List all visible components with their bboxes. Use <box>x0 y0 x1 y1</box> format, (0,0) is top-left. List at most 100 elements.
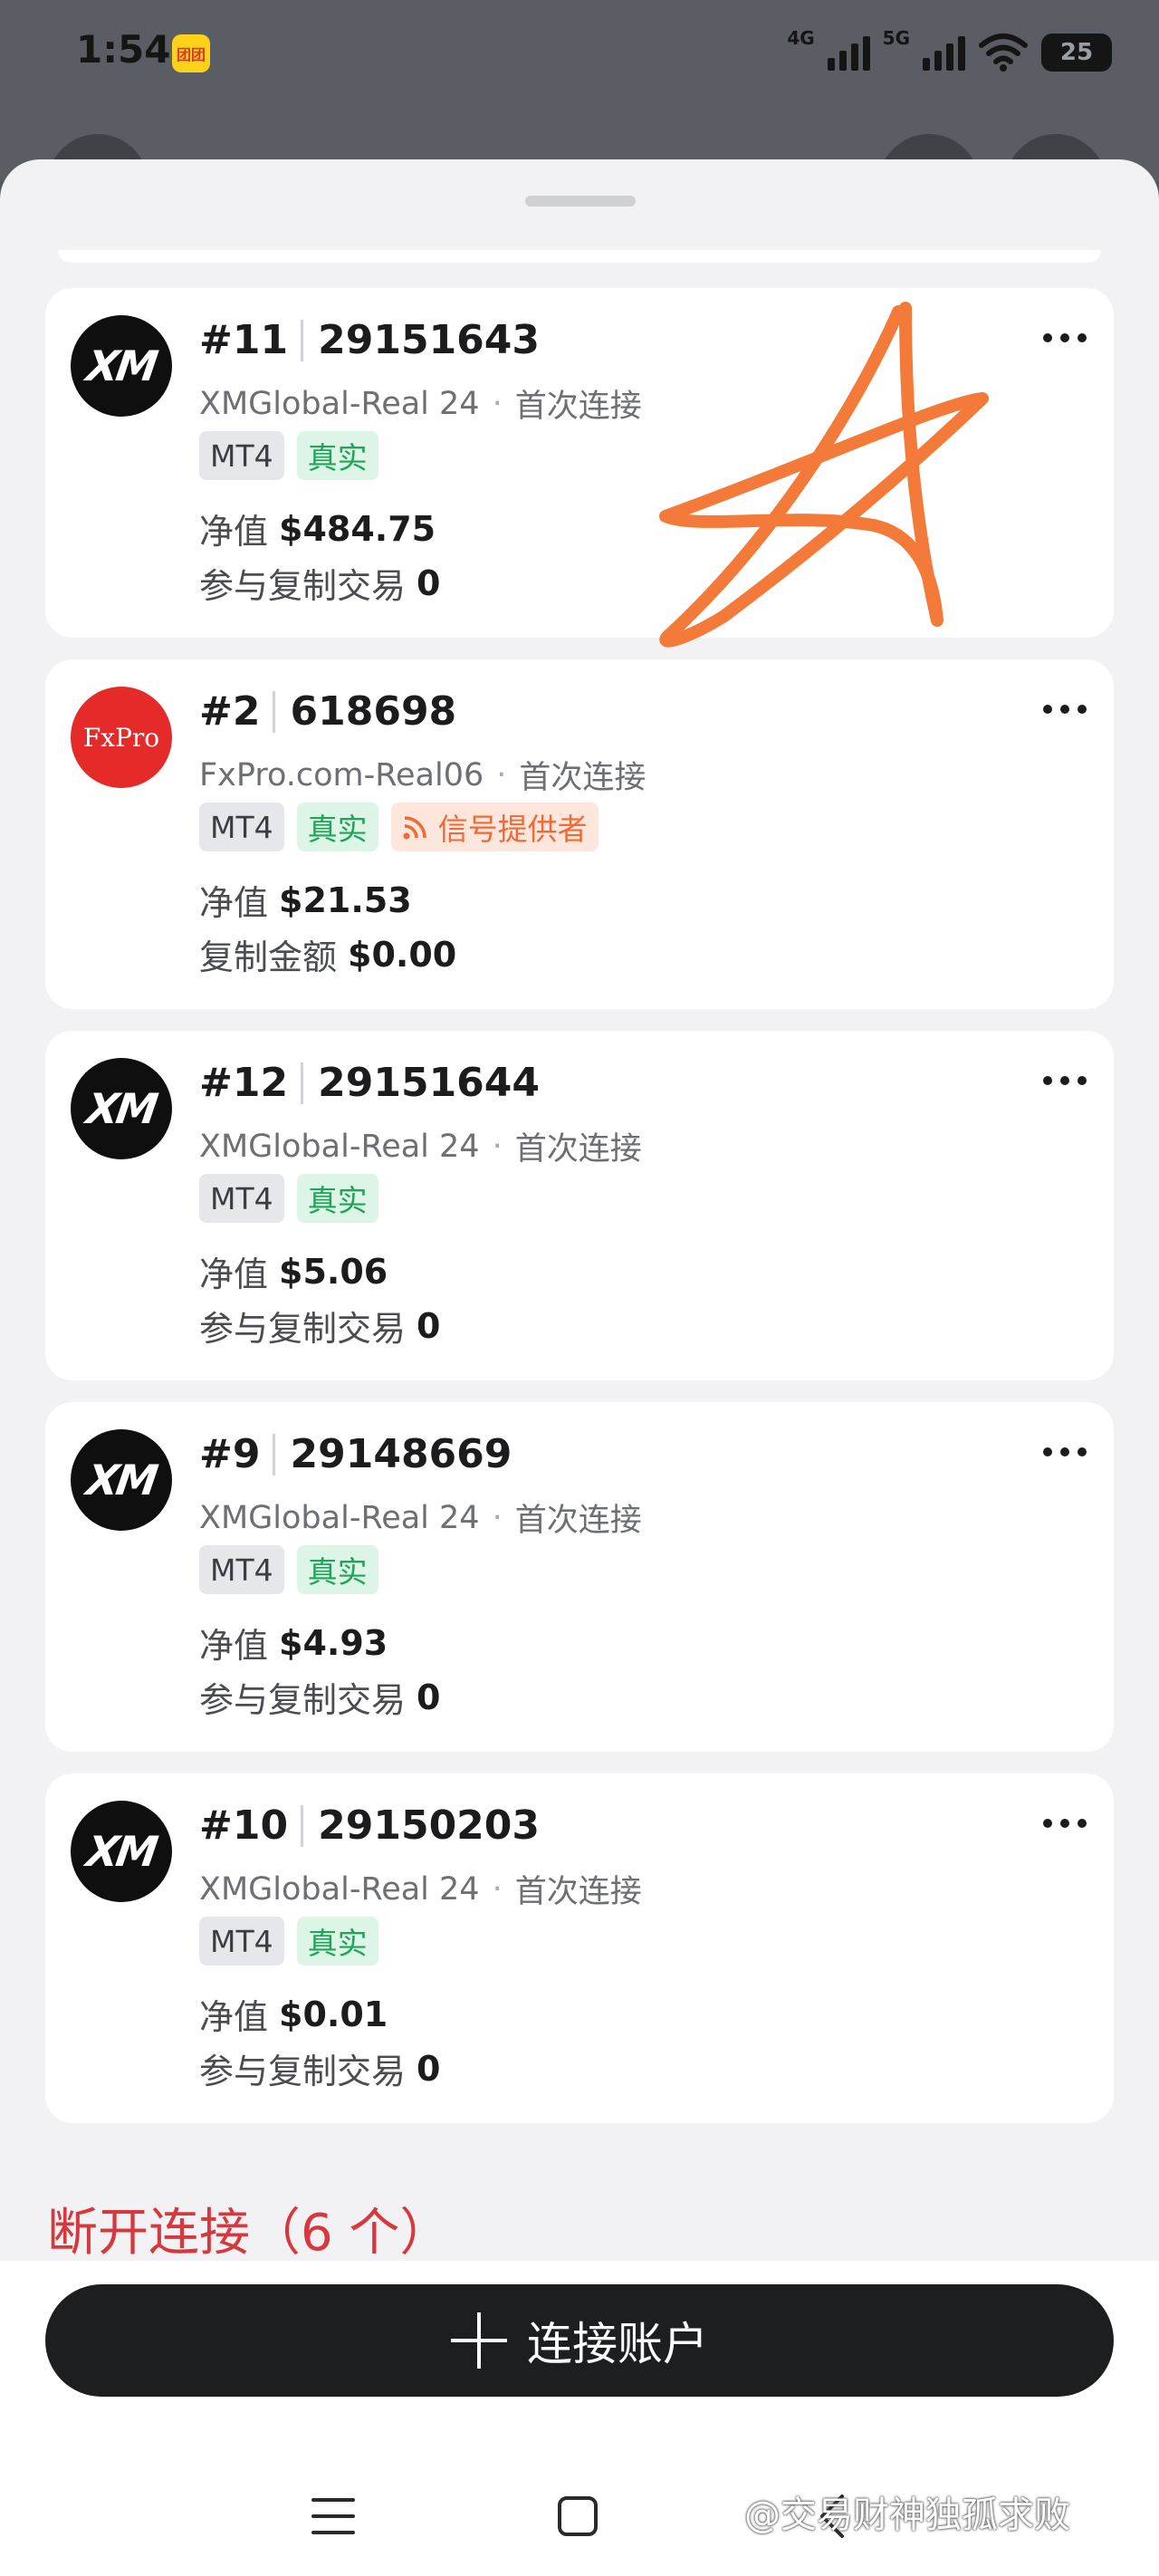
server-info: XMGlobal-Real 24 · 首次连接 <box>199 1495 642 1541</box>
account-number: #12 <box>199 1060 289 1106</box>
real-tag: 真实 <box>296 803 378 851</box>
screen: 1:54 团团 4G 5G 25 XM #11 29151643 XMGloba… <box>0 0 1159 2576</box>
signal-icon-2 <box>923 34 965 71</box>
equity-value: $21.53 <box>279 879 412 920</box>
copy-trading-row: 参与复制交易 0 <box>199 558 440 608</box>
copy-trading-row: 参与复制交易 0 <box>199 2043 440 2093</box>
equity-value: $484.75 <box>279 508 436 549</box>
server-name: XMGlobal-Real 24 <box>199 1870 480 1908</box>
sheet-drag-handle[interactable] <box>525 196 636 207</box>
xm-logo-icon: XM <box>71 315 172 417</box>
equity-value: $5.06 <box>279 1251 388 1292</box>
account-card[interactable]: XM #12 29151644 XMGlobal-Real 24 · 首次连接 … <box>45 1031 1114 1380</box>
account-card[interactable]: XM #11 29151643 XMGlobal-Real 24 · 首次连接 … <box>45 288 1114 638</box>
copy-amount-row: 复制金额 $0.00 <box>199 929 456 979</box>
watermark: @交易财神独孤求败 <box>744 2494 1070 2536</box>
account-login: 29151644 <box>318 1060 541 1106</box>
status-bar: 1:54 团团 4G 5G 25 <box>0 0 1159 109</box>
server-info: XMGlobal-Real 24 · 首次连接 <box>199 1866 642 1912</box>
account-title: #10 29150203 <box>199 1802 540 1849</box>
connect-account-button[interactable]: 连接账户 <box>45 2284 1114 2397</box>
account-login: 29151643 <box>318 317 541 363</box>
platform-tag: MT4 <box>199 1545 284 1594</box>
account-title: #2 618698 <box>199 688 456 735</box>
status-time: 1:54 <box>76 27 171 72</box>
system-nav-bar: @交易财神独孤求败 <box>0 2446 1159 2576</box>
equity-row: 净值 $0.01 <box>199 1989 388 2039</box>
account-login: 618698 <box>290 688 457 735</box>
separator-dot: · <box>496 756 507 793</box>
divider <box>273 690 276 733</box>
server-name: XMGlobal-Real 24 <box>199 1499 480 1536</box>
tags: MT4 真实 <box>199 1174 378 1223</box>
copy-trading-value: 0 <box>417 1305 441 1346</box>
connect-account-label: 连接账户 <box>527 2318 708 2370</box>
account-number: #2 <box>199 688 261 735</box>
account-login: 29150203 <box>318 1802 541 1849</box>
battery-icon: 25 <box>1041 34 1112 72</box>
separator-dot: · <box>492 385 503 422</box>
wifi-icon <box>979 34 1028 72</box>
previous-card-edge <box>58 250 1101 263</box>
real-tag: 真实 <box>296 1545 378 1594</box>
more-options-icon[interactable] <box>1039 326 1090 350</box>
account-title: #11 29151643 <box>199 317 540 363</box>
more-options-icon[interactable] <box>1039 1440 1090 1464</box>
copy-trading-row: 参与复制交易 0 <box>199 1301 440 1350</box>
connection-status: 首次连接 <box>519 760 647 796</box>
tags: MT4 真实 信号提供者 <box>199 803 599 851</box>
home-icon[interactable] <box>558 2496 598 2536</box>
real-tag: 真实 <box>296 1917 378 1966</box>
equity-row: 净值 $21.53 <box>199 875 412 925</box>
account-card[interactable]: FxPro #2 618698 FxPro.com-Real06 · 首次连接 … <box>45 659 1114 1009</box>
status-indicators: 4G 5G 25 <box>787 27 1112 78</box>
real-tag: 真实 <box>296 1174 378 1223</box>
divider <box>301 1062 304 1104</box>
connection-status: 首次连接 <box>514 1131 642 1168</box>
divider <box>273 1433 276 1475</box>
network-type-1: 4G <box>787 27 815 49</box>
fxpro-logo-icon: FxPro <box>71 687 172 788</box>
server-name: XMGlobal-Real 24 <box>199 1128 480 1165</box>
xm-logo-icon: XM <box>71 1429 172 1531</box>
platform-tag: MT4 <box>199 803 284 851</box>
server-info: FxPro.com-Real06 · 首次连接 <box>199 752 646 798</box>
real-tag: 真实 <box>296 431 378 480</box>
account-number: #10 <box>199 1802 289 1849</box>
xm-logo-icon: XM <box>71 1058 172 1159</box>
divider <box>301 319 304 361</box>
account-title: #9 29148669 <box>199 1431 512 1477</box>
more-options-icon[interactable] <box>1039 697 1090 721</box>
divider <box>301 1804 304 1847</box>
account-number: #11 <box>199 317 289 363</box>
account-card[interactable]: XM #10 29150203 XMGlobal-Real 24 · 首次连接 … <box>45 1773 1114 2123</box>
account-card[interactable]: XM #9 29148669 XMGlobal-Real 24 · 首次连接 M… <box>45 1402 1114 1752</box>
copy-amount-label: 复制金额 <box>199 937 338 977</box>
signal-provider-tag: 信号提供者 <box>390 803 599 851</box>
copy-trading-label: 参与复制交易 <box>199 1309 407 1349</box>
equity-value: $0.01 <box>279 1994 388 2034</box>
separator-dot: · <box>492 1128 503 1165</box>
equity-row: 净值 $4.93 <box>199 1618 388 1668</box>
network-type-2: 5G <box>882 27 910 49</box>
tags: MT4 真实 <box>199 1545 378 1594</box>
equity-label: 净值 <box>199 512 269 552</box>
platform-tag: MT4 <box>199 1174 284 1223</box>
more-options-icon[interactable] <box>1039 1812 1090 1835</box>
copy-trading-value: 0 <box>417 2048 441 2089</box>
copy-amount-value: $0.00 <box>348 934 457 975</box>
recent-apps-icon[interactable] <box>311 2498 355 2534</box>
more-options-icon[interactable] <box>1039 1069 1090 1092</box>
connection-status: 首次连接 <box>514 389 642 425</box>
separator-dot: · <box>492 1499 503 1536</box>
signal-icon <box>827 34 870 71</box>
server-info: XMGlobal-Real 24 · 首次连接 <box>199 380 642 427</box>
copy-trading-value: 0 <box>417 1677 441 1717</box>
accounts-sheet: XM #11 29151643 XMGlobal-Real 24 · 首次连接 … <box>0 159 1159 2576</box>
copy-trading-label: 参与复制交易 <box>199 1680 407 1720</box>
disconnected-section-heading: 断开连接（6 个） <box>47 2204 451 2263</box>
equity-value: $4.93 <box>279 1622 388 1663</box>
separator-dot: · <box>492 1870 503 1908</box>
equity-label: 净值 <box>199 1254 269 1294</box>
connection-status: 首次连接 <box>514 1874 642 1910</box>
